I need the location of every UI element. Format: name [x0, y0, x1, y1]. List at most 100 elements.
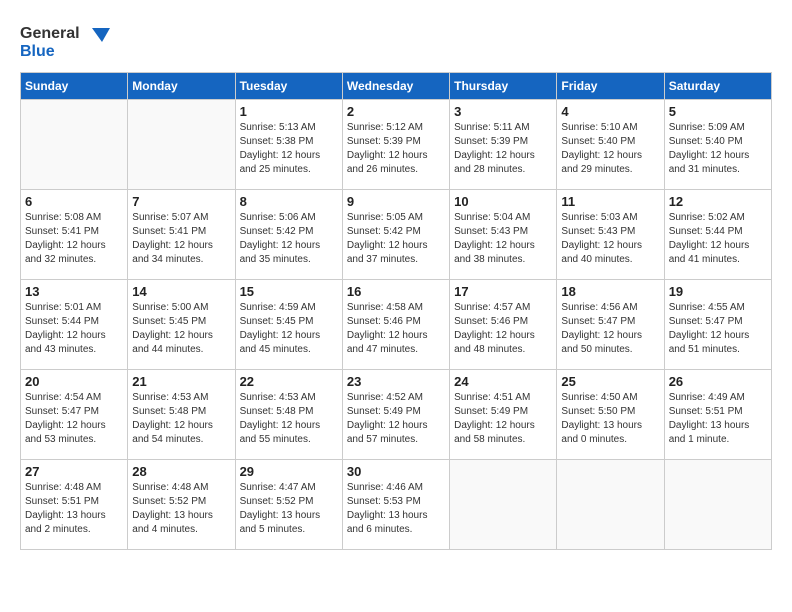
- day-number: 26: [669, 374, 767, 389]
- day-detail: Sunrise: 5:06 AM Sunset: 5:42 PM Dayligh…: [240, 211, 338, 267]
- day-detail: Sunrise: 4:58 AM Sunset: 5:46 PM Dayligh…: [347, 301, 445, 357]
- logo: General Blue: [20, 20, 110, 62]
- calendar-cell: 16 Sunrise: 4:58 AM Sunset: 5:46 PM Dayli…: [342, 280, 449, 370]
- calendar-cell: 29 Sunrise: 4:47 AM Sunset: 5:52 PM Dayli…: [235, 460, 342, 550]
- day-number: 4: [561, 104, 659, 119]
- calendar-cell: 17 Sunrise: 4:57 AM Sunset: 5:46 PM Dayli…: [450, 280, 557, 370]
- day-detail: Sunrise: 4:59 AM Sunset: 5:45 PM Dayligh…: [240, 301, 338, 357]
- weekday-friday: Friday: [557, 73, 664, 100]
- day-detail: Sunrise: 5:02 AM Sunset: 5:44 PM Dayligh…: [669, 211, 767, 267]
- day-number: 20: [25, 374, 123, 389]
- calendar-cell: 15 Sunrise: 4:59 AM Sunset: 5:45 PM Dayli…: [235, 280, 342, 370]
- day-detail: Sunrise: 5:01 AM Sunset: 5:44 PM Dayligh…: [25, 301, 123, 357]
- day-number: 10: [454, 194, 552, 209]
- week-row-0: 1 Sunrise: 5:13 AM Sunset: 5:38 PM Daylig…: [21, 100, 772, 190]
- week-row-1: 6Sunrise: 5:08 AM Sunset: 5:41 PM Daylig…: [21, 190, 772, 280]
- weekday-sunday: Sunday: [21, 73, 128, 100]
- day-detail: Sunrise: 4:47 AM Sunset: 5:52 PM Dayligh…: [240, 481, 338, 537]
- day-detail: Sunrise: 4:52 AM Sunset: 5:49 PM Dayligh…: [347, 391, 445, 447]
- calendar-cell: [664, 460, 771, 550]
- calendar-cell: 25Sunrise: 4:50 AM Sunset: 5:50 PM Dayli…: [557, 370, 664, 460]
- day-number: 15: [240, 284, 338, 299]
- calendar-cell: 5 Sunrise: 5:09 AM Sunset: 5:40 PM Daylig…: [664, 100, 771, 190]
- day-detail: Sunrise: 4:51 AM Sunset: 5:49 PM Dayligh…: [454, 391, 552, 447]
- day-number: 23: [347, 374, 445, 389]
- calendar-cell: [557, 460, 664, 550]
- day-number: 9: [347, 194, 445, 209]
- day-detail: Sunrise: 5:09 AM Sunset: 5:40 PM Dayligh…: [669, 121, 767, 177]
- day-number: 18: [561, 284, 659, 299]
- calendar-cell: 18Sunrise: 4:56 AM Sunset: 5:47 PM Dayli…: [557, 280, 664, 370]
- svg-text:General: General: [20, 25, 80, 42]
- calendar-cell: 7Sunrise: 5:07 AM Sunset: 5:41 PM Daylig…: [128, 190, 235, 280]
- day-number: 24: [454, 374, 552, 389]
- day-number: 3: [454, 104, 552, 119]
- day-number: 29: [240, 464, 338, 479]
- calendar-cell: 19Sunrise: 4:55 AM Sunset: 5:47 PM Dayli…: [664, 280, 771, 370]
- day-number: 7: [132, 194, 230, 209]
- calendar-cell: 8 Sunrise: 5:06 AM Sunset: 5:42 PM Daylig…: [235, 190, 342, 280]
- day-number: 1: [240, 104, 338, 119]
- week-row-2: 13 Sunrise: 5:01 AM Sunset: 5:44 PM Dayli…: [21, 280, 772, 370]
- day-detail: Sunrise: 4:49 AM Sunset: 5:51 PM Dayligh…: [669, 391, 767, 447]
- calendar-cell: [128, 100, 235, 190]
- day-number: 17: [454, 284, 552, 299]
- calendar-body: 1 Sunrise: 5:13 AM Sunset: 5:38 PM Daylig…: [21, 100, 772, 550]
- calendar-cell: 23 Sunrise: 4:52 AM Sunset: 5:49 PM Dayli…: [342, 370, 449, 460]
- logo-svg: General Blue: [20, 20, 110, 62]
- calendar-table: SundayMondayTuesdayWednesdayThursdayFrid…: [20, 72, 772, 550]
- calendar-cell: 4Sunrise: 5:10 AM Sunset: 5:40 PM Daylig…: [557, 100, 664, 190]
- day-detail: Sunrise: 5:00 AM Sunset: 5:45 PM Dayligh…: [132, 301, 230, 357]
- day-detail: Sunrise: 5:12 AM Sunset: 5:39 PM Dayligh…: [347, 121, 445, 177]
- day-number: 8: [240, 194, 338, 209]
- calendar-cell: 12Sunrise: 5:02 AM Sunset: 5:44 PM Dayli…: [664, 190, 771, 280]
- day-detail: Sunrise: 5:08 AM Sunset: 5:41 PM Dayligh…: [25, 211, 123, 267]
- day-detail: Sunrise: 4:54 AM Sunset: 5:47 PM Dayligh…: [25, 391, 123, 447]
- day-detail: Sunrise: 5:04 AM Sunset: 5:43 PM Dayligh…: [454, 211, 552, 267]
- weekday-tuesday: Tuesday: [235, 73, 342, 100]
- calendar-cell: 9 Sunrise: 5:05 AM Sunset: 5:42 PM Daylig…: [342, 190, 449, 280]
- weekday-saturday: Saturday: [664, 73, 771, 100]
- day-number: 13: [25, 284, 123, 299]
- weekday-thursday: Thursday: [450, 73, 557, 100]
- weekday-wednesday: Wednesday: [342, 73, 449, 100]
- calendar-cell: 22 Sunrise: 4:53 AM Sunset: 5:48 PM Dayli…: [235, 370, 342, 460]
- calendar-cell: [21, 100, 128, 190]
- day-number: 11: [561, 194, 659, 209]
- day-detail: Sunrise: 4:53 AM Sunset: 5:48 PM Dayligh…: [240, 391, 338, 447]
- day-detail: Sunrise: 5:03 AM Sunset: 5:43 PM Dayligh…: [561, 211, 659, 267]
- day-number: 2: [347, 104, 445, 119]
- day-detail: Sunrise: 4:46 AM Sunset: 5:53 PM Dayligh…: [347, 481, 445, 537]
- calendar-cell: 28Sunrise: 4:48 AM Sunset: 5:52 PM Dayli…: [128, 460, 235, 550]
- calendar-cell: 6Sunrise: 5:08 AM Sunset: 5:41 PM Daylig…: [21, 190, 128, 280]
- day-number: 21: [132, 374, 230, 389]
- calendar-cell: 21 Sunrise: 4:53 AM Sunset: 5:48 PM Dayli…: [128, 370, 235, 460]
- calendar-cell: 2 Sunrise: 5:12 AM Sunset: 5:39 PM Daylig…: [342, 100, 449, 190]
- week-row-3: 20 Sunrise: 4:54 AM Sunset: 5:47 PM Dayli…: [21, 370, 772, 460]
- calendar-cell: 24 Sunrise: 4:51 AM Sunset: 5:49 PM Dayli…: [450, 370, 557, 460]
- day-detail: Sunrise: 4:57 AM Sunset: 5:46 PM Dayligh…: [454, 301, 552, 357]
- day-detail: Sunrise: 5:05 AM Sunset: 5:42 PM Dayligh…: [347, 211, 445, 267]
- calendar-cell: [450, 460, 557, 550]
- page-header: General Blue: [20, 20, 772, 62]
- calendar-cell: 11 Sunrise: 5:03 AM Sunset: 5:43 PM Dayli…: [557, 190, 664, 280]
- day-number: 16: [347, 284, 445, 299]
- day-number: 30: [347, 464, 445, 479]
- day-detail: Sunrise: 4:48 AM Sunset: 5:52 PM Dayligh…: [132, 481, 230, 537]
- weekday-header-row: SundayMondayTuesdayWednesdayThursdayFrid…: [21, 73, 772, 100]
- calendar-cell: 1 Sunrise: 5:13 AM Sunset: 5:38 PM Daylig…: [235, 100, 342, 190]
- day-detail: Sunrise: 4:53 AM Sunset: 5:48 PM Dayligh…: [132, 391, 230, 447]
- calendar-cell: 14Sunrise: 5:00 AM Sunset: 5:45 PM Dayli…: [128, 280, 235, 370]
- calendar-cell: 13 Sunrise: 5:01 AM Sunset: 5:44 PM Dayli…: [21, 280, 128, 370]
- week-row-4: 27Sunrise: 4:48 AM Sunset: 5:51 PM Dayli…: [21, 460, 772, 550]
- day-detail: Sunrise: 5:13 AM Sunset: 5:38 PM Dayligh…: [240, 121, 338, 177]
- day-number: 27: [25, 464, 123, 479]
- calendar-cell: 27Sunrise: 4:48 AM Sunset: 5:51 PM Dayli…: [21, 460, 128, 550]
- day-number: 22: [240, 374, 338, 389]
- weekday-monday: Monday: [128, 73, 235, 100]
- day-number: 5: [669, 104, 767, 119]
- svg-text:Blue: Blue: [20, 43, 55, 60]
- calendar-cell: 10 Sunrise: 5:04 AM Sunset: 5:43 PM Dayli…: [450, 190, 557, 280]
- calendar-cell: 20 Sunrise: 4:54 AM Sunset: 5:47 PM Dayli…: [21, 370, 128, 460]
- day-detail: Sunrise: 5:11 AM Sunset: 5:39 PM Dayligh…: [454, 121, 552, 177]
